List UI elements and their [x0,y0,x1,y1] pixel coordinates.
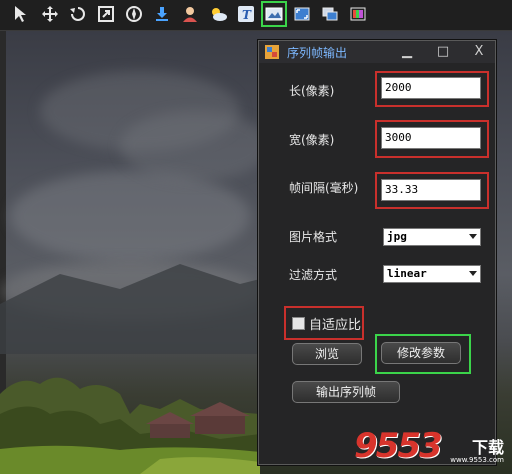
sequence-export-dialog: 序列帧输出 ▁ □ X 长(像素) 2000 宽(像素) 3000 帧间隔(毫秒… [258,40,496,465]
character-icon[interactable] [178,2,202,26]
height-input[interactable]: 3000 [381,127,481,149]
move-icon[interactable] [38,2,62,26]
svg-text:T: T [242,8,252,22]
chevron-down-icon [469,234,477,239]
modify-params-button[interactable]: 修改参数 [381,342,461,364]
adaptive-ratio-checkbox[interactable] [292,317,305,330]
dialog-title: 序列帧输出 [287,46,348,60]
top-toolbar: T [0,0,512,31]
cloud [120,111,270,181]
interval-input[interactable]: 33.33 [381,179,481,201]
text-icon[interactable]: T [234,2,258,26]
windows-icon[interactable] [318,2,342,26]
browse-button[interactable]: 浏览 [292,343,362,365]
palette-icon[interactable] [346,2,370,26]
compass-icon[interactable] [122,2,146,26]
width-label: 长(像素) [289,84,335,98]
minimize-button[interactable]: ▁ [397,43,417,61]
chevron-down-icon [469,271,477,276]
filter-select[interactable]: linear [383,265,481,283]
download-icon[interactable] [150,2,174,26]
watermark-number: 9553 [354,426,443,466]
format-label: 图片格式 [289,230,338,244]
watermark-url: www.9553.com [450,456,504,464]
fullscreen-icon[interactable] [290,2,314,26]
filter-label: 过滤方式 [289,268,338,282]
rotate-icon[interactable] [66,2,90,26]
format-select-value: jpg [387,230,407,243]
export-sequence-button[interactable]: 输出序列帧 [292,381,400,403]
watermark-text: 下载 [471,438,504,457]
site-watermark: 9553 下载 www.9553.com [354,426,504,470]
app-icon [265,45,279,59]
close-button[interactable]: X [469,43,489,61]
height-label: 宽(像素) [289,133,335,147]
pointer-icon[interactable] [8,2,32,26]
weather-icon[interactable] [206,2,230,26]
maximize-button[interactable]: □ [433,43,453,61]
scale-icon[interactable] [94,2,118,26]
interval-label: 帧间隔(毫秒) [289,181,359,195]
dialog-titlebar[interactable]: 序列帧输出 ▁ □ X [259,41,495,63]
width-input[interactable]: 2000 [381,77,481,99]
image-sequence-icon[interactable] [261,1,287,27]
filter-select-value: linear [387,267,427,280]
adaptive-ratio-label: 自适应比 [309,318,362,333]
format-select[interactable]: jpg [383,228,481,246]
